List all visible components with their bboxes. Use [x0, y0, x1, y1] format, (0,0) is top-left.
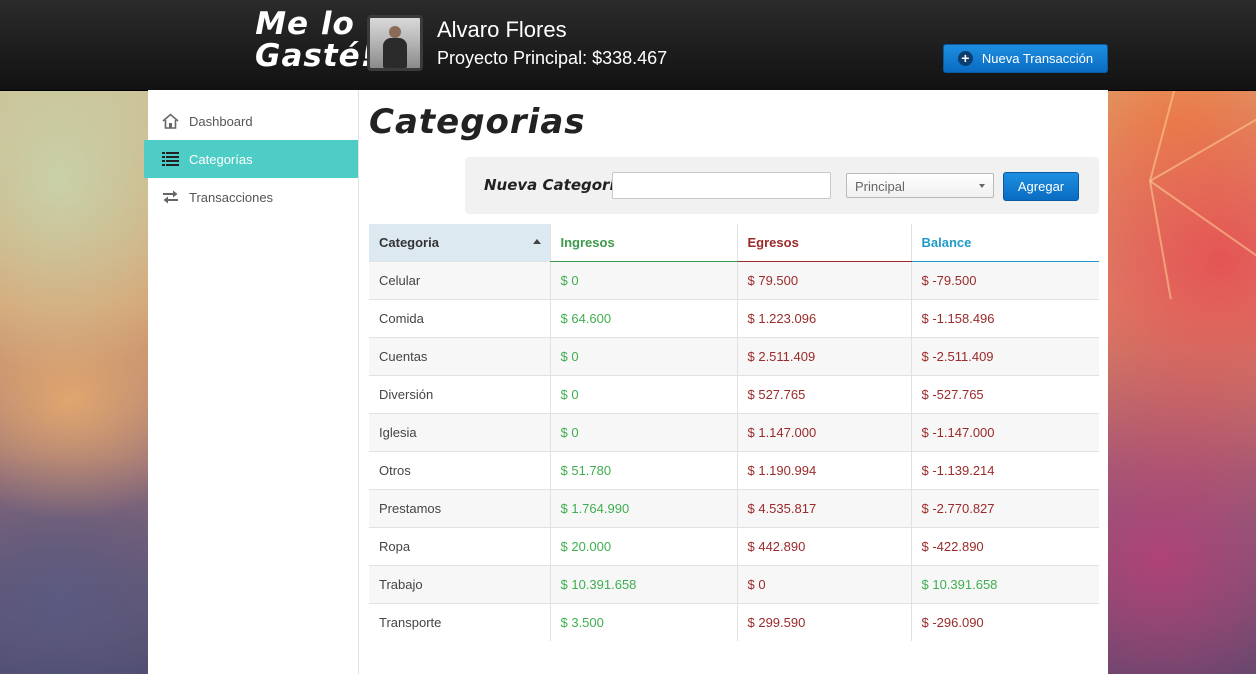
- top-header: Me lo Gasté! Alvaro Flores Proyecto Prin…: [0, 0, 1256, 91]
- table-row: Cuentas $ 0 $ 2.511.409 $ -2.511.409: [369, 336, 1099, 375]
- income-cell: $ 51.780: [549, 450, 737, 489]
- categories-table: Categoria Ingresos Egresos Balance Celul…: [369, 224, 1099, 641]
- income-cell: $ 20.000: [549, 526, 737, 565]
- sidebar: Dashboard Categorías Transacciones: [144, 90, 359, 674]
- chevron-down-icon: [979, 184, 985, 188]
- balance-cell: $ -527.765: [910, 374, 1099, 413]
- avatar[interactable]: [367, 15, 423, 71]
- balance-cell: $ -2.770.827: [910, 488, 1099, 527]
- page-title: Categorias: [369, 102, 586, 142]
- income-cell: $ 64.600: [549, 298, 737, 337]
- project-balance: Proyecto Principal: $338.467: [437, 48, 668, 68]
- add-category-form: Nueva Categoria: Principal Agregar: [465, 157, 1099, 214]
- balance-cell: $ -2.511.409: [910, 336, 1099, 375]
- balance-cell: $ -1.139.214: [910, 450, 1099, 489]
- balance-cell: $ 10.391.658: [910, 564, 1099, 603]
- table-row: Celular $ 0 $ 79.500 $ -79.500: [369, 260, 1099, 299]
- income-cell: $ 0: [549, 260, 737, 299]
- sort-ascending-icon: [532, 239, 541, 244]
- logo-line-2: Gasté!: [255, 38, 376, 74]
- sidebar-item-transacciones[interactable]: Transacciones: [148, 178, 358, 216]
- category-cell: Ropa: [369, 526, 550, 565]
- category-cell: Diversión: [369, 374, 550, 413]
- column-header-balance[interactable]: Balance: [910, 224, 1099, 262]
- column-header-categoria[interactable]: Categoria: [369, 224, 550, 261]
- app-logo[interactable]: Me lo Gasté!: [255, 6, 376, 78]
- table-row: Transporte $ 3.500 $ 299.590 $ -296.090: [369, 602, 1099, 641]
- category-cell: Iglesia: [369, 412, 550, 451]
- sidebar-item-label: Transacciones: [189, 189, 274, 205]
- income-cell: $ 0: [549, 336, 737, 375]
- income-cell: $ 0: [549, 412, 737, 451]
- expense-cell: $ 4.535.817: [736, 488, 911, 527]
- list-icon: [162, 151, 179, 167]
- sidebar-item-dashboard[interactable]: Dashboard: [148, 102, 358, 140]
- add-category-button[interactable]: Agregar: [1003, 172, 1079, 201]
- new-category-label: Nueva Categoria:: [484, 176, 631, 194]
- expense-cell: $ 1.190.994: [736, 450, 911, 489]
- table-row: Prestamos $ 1.764.990 $ 4.535.817 $ -2.770.…: [369, 488, 1099, 527]
- balance-cell: $ -1.158.496: [910, 298, 1099, 337]
- income-cell: $ 1.764.990: [549, 488, 737, 527]
- user-name: Alvaro Flores: [437, 17, 567, 42]
- table-row: Otros $ 51.780 $ 1.190.994 $ -1.139.214: [369, 450, 1099, 489]
- main-panel: Dashboard Categorías Transacciones Categ…: [144, 90, 1108, 674]
- category-cell: Trabajo: [369, 564, 550, 603]
- sidebar-item-label: Dashboard: [189, 113, 253, 129]
- balance-cell: $ -296.090: [910, 602, 1099, 641]
- category-cell: Transporte: [369, 602, 550, 641]
- income-cell: $ 3.500: [549, 602, 737, 641]
- new-transaction-button[interactable]: + Nueva Transacción: [943, 44, 1108, 73]
- sidebar-item-categorias[interactable]: Categorías: [144, 140, 358, 178]
- category-name-input[interactable]: [612, 172, 831, 199]
- expense-cell: $ 1.147.000: [736, 412, 911, 451]
- category-cell: Prestamos: [369, 488, 550, 527]
- new-transaction-label: Nueva Transacción: [981, 51, 1094, 66]
- expense-cell: $ 299.590: [736, 602, 911, 641]
- table-row: Iglesia $ 0 $ 1.147.000 $ -1.147.000: [369, 412, 1099, 451]
- balance-cell: $ -422.890: [910, 526, 1099, 565]
- expense-cell: $ 442.890: [736, 526, 911, 565]
- expense-cell: $ 79.500: [736, 260, 911, 299]
- table-row: Comida $ 64.600 $ 1.223.096 $ -1.158.496: [369, 298, 1099, 337]
- exchange-icon: [162, 189, 179, 205]
- plus-circle-icon: +: [957, 51, 973, 66]
- table-row: Ropa $ 20.000 $ 442.890 $ -422.890: [369, 526, 1099, 565]
- table-row: Diversión $ 0 $ 527.765 $ -527.765: [369, 374, 1099, 413]
- home-icon: [162, 113, 179, 129]
- category-cell: Celular: [369, 260, 550, 299]
- balance-cell: $ -79.500: [910, 260, 1099, 299]
- column-header-ingresos[interactable]: Ingresos: [549, 224, 737, 262]
- column-header-egresos[interactable]: Egresos: [736, 224, 911, 262]
- project-select[interactable]: Principal: [846, 173, 994, 198]
- expense-cell: $ 0: [736, 564, 911, 603]
- category-cell: Comida: [369, 298, 550, 337]
- table-row: Trabajo $ 10.391.658 $ 0 $ 10.391.658: [369, 564, 1099, 603]
- category-cell: Cuentas: [369, 336, 550, 375]
- sidebar-item-label: Categorías: [189, 151, 253, 167]
- logo-line-1: Me lo: [255, 6, 355, 42]
- expense-cell: $ 527.765: [736, 374, 911, 413]
- expense-cell: $ 2.511.409: [736, 336, 911, 375]
- project-select-value: Principal: [855, 179, 905, 194]
- income-cell: $ 0: [549, 374, 737, 413]
- expense-cell: $ 1.223.096: [736, 298, 911, 337]
- category-cell: Otros: [369, 450, 550, 489]
- balance-cell: $ -1.147.000: [910, 412, 1099, 451]
- income-cell: $ 10.391.658: [549, 564, 737, 603]
